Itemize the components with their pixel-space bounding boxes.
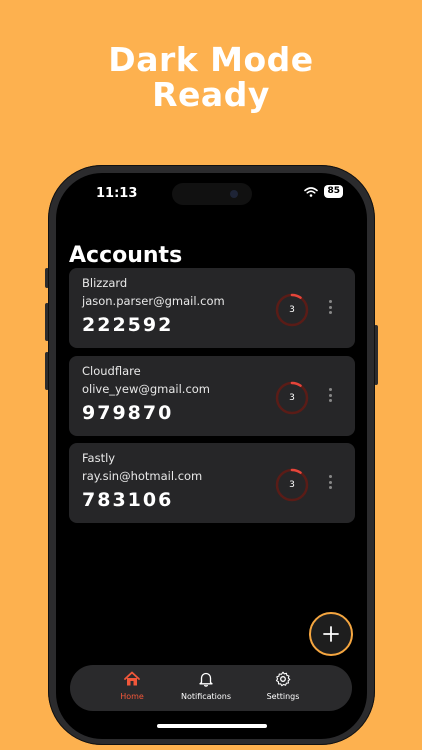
tab-notifications-label: Notifications [180,692,232,701]
countdown-timer: 3 [274,380,310,416]
account-email: ray.sin@hotmail.com [82,469,203,483]
account-issuer: Blizzard [82,276,128,290]
bell-icon [199,672,213,687]
tab-notifications[interactable]: Notifications [166,671,246,701]
more-options-icon[interactable] [326,388,334,404]
more-options-icon[interactable] [326,300,334,316]
tab-home-label: Home [120,692,144,701]
countdown-value: 3 [289,393,295,403]
plus-icon [323,626,339,642]
tab-home[interactable]: Home [92,671,172,701]
camera-icon [230,190,238,198]
page-title: Accounts [69,243,183,268]
home-indicator[interactable] [157,724,267,728]
gear-icon [275,671,291,687]
home-icon [124,671,140,686]
wifi-icon [304,186,319,197]
tab-settings[interactable]: Settings [243,671,323,701]
account-issuer: Fastly [82,451,116,465]
countdown-timer: 3 [274,467,310,503]
otp-code[interactable]: 222592 [82,314,173,336]
status-time: 11:13 [96,186,138,201]
tab-settings-label: Settings [266,692,300,701]
countdown-value: 3 [289,480,295,490]
dynamic-island [172,183,252,205]
bottom-tab-bar: Home Notifications Settings [70,665,352,711]
countdown-value: 3 [289,305,295,315]
account-email: olive_yew@gmail.com [82,382,210,396]
account-issuer: Cloudflare [82,364,141,378]
status-icons: 85 [304,185,343,198]
account-card[interactable]: Cloudflare olive_yew@gmail.com 979870 3 [69,356,355,436]
account-card[interactable]: Fastly ray.sin@hotmail.com 783106 3 [69,443,355,523]
otp-code[interactable]: 783106 [82,489,173,511]
phone-frame: 11:13 85 Accounts Blizzard jason.parser@… [48,165,375,745]
account-card[interactable]: Blizzard jason.parser@gmail.com 222592 3 [69,268,355,348]
battery-indicator: 85 [324,185,343,198]
more-options-icon[interactable] [326,475,334,491]
countdown-timer: 3 [274,292,310,328]
headline-line-1: Dark Mode [108,40,314,79]
account-email: jason.parser@gmail.com [82,294,225,308]
promo-headline: Dark Mode Ready [0,42,422,112]
add-account-button[interactable] [309,612,353,656]
otp-code[interactable]: 979870 [82,402,173,424]
phone-screen: 11:13 85 Accounts Blizzard jason.parser@… [56,173,367,739]
headline-line-2: Ready [152,75,270,114]
